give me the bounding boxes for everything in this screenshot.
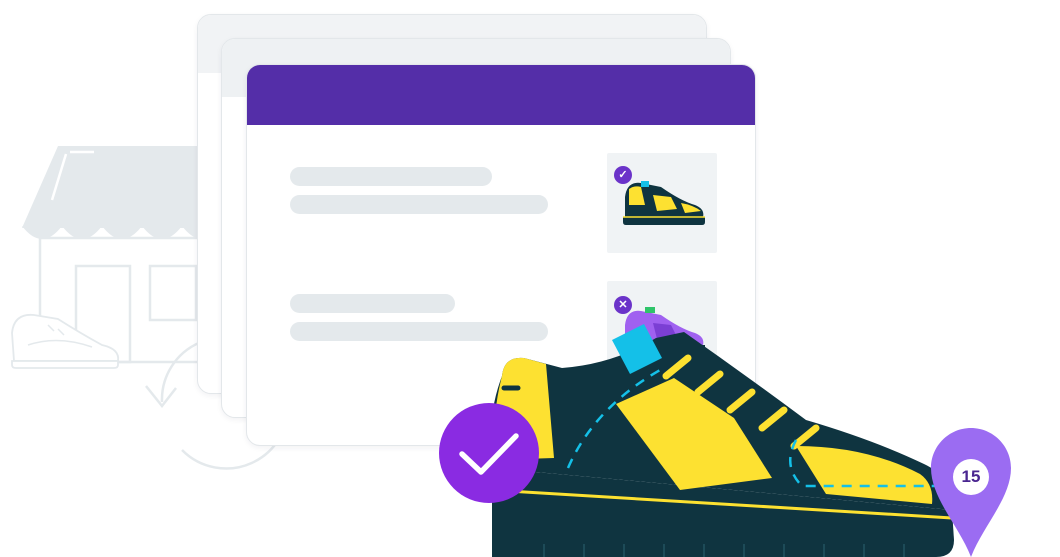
check-icon [439, 403, 539, 503]
window-header [247, 65, 755, 125]
big-sneaker-icon [490, 324, 954, 557]
yellow-sneaker-icon [623, 181, 705, 225]
illustration: ✓ ✕ 15 [0, 0, 1060, 557]
check-icon: ✓ [614, 166, 632, 184]
list-item-thumbnail: ✓ [607, 153, 717, 253]
white-sneaker-icon [11, 313, 120, 369]
x-icon: ✕ [614, 296, 632, 314]
skeleton-line [290, 167, 492, 186]
location-pin-number: 15 [953, 459, 989, 495]
skeleton-line [290, 294, 455, 313]
skeleton-line [290, 195, 548, 214]
